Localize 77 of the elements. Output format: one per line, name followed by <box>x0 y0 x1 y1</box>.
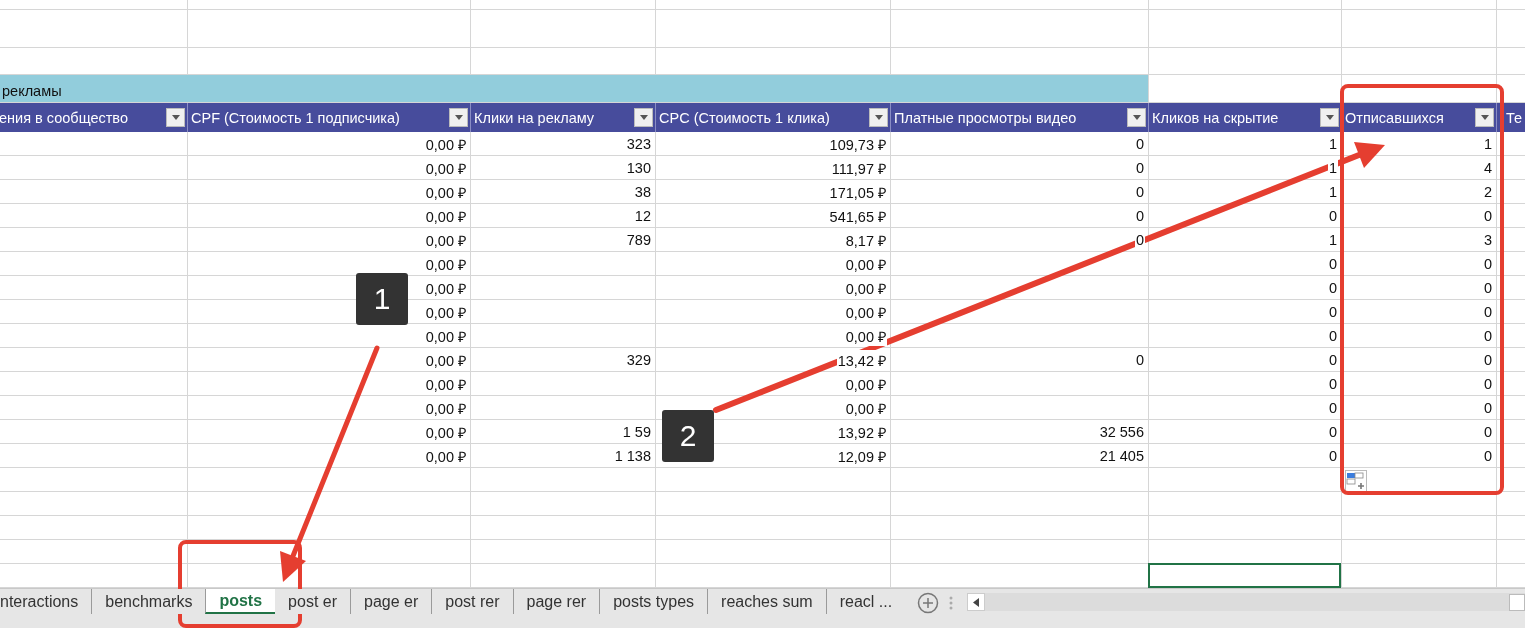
table-cell: 0 <box>1482 328 1493 344</box>
table-plus-icon[interactable] <box>1345 470 1367 492</box>
table-cell: 0 <box>1134 136 1145 152</box>
table-cell: 0 <box>1327 376 1338 392</box>
sheet-tab[interactable]: posts <box>205 589 276 614</box>
filter-button[interactable] <box>1475 108 1494 127</box>
splitter-handle-icon[interactable] <box>949 596 954 610</box>
caret-icon <box>874 115 883 120</box>
column-header: CPC (Стоимость 1 клика) <box>659 109 830 126</box>
table-cell: 0 <box>1327 256 1338 272</box>
column-header: CPF (Стоимость 1 подписчика) <box>191 109 400 126</box>
caret-icon <box>171 115 180 120</box>
table-cell: 0 <box>1482 376 1493 392</box>
caret-icon <box>1132 115 1141 120</box>
table-cell: 0 <box>1327 328 1338 344</box>
filter-button[interactable] <box>1127 108 1146 127</box>
table-cell: 0 <box>1482 424 1493 440</box>
table-cell: 0 <box>1327 280 1338 296</box>
table-cell: 1 <box>1327 232 1338 248</box>
table-cell: 0 <box>1482 448 1493 464</box>
caret-icon <box>454 115 463 120</box>
table-cell: 0 <box>1482 400 1493 416</box>
filter-button[interactable] <box>869 108 888 127</box>
filter-button[interactable] <box>166 108 185 127</box>
table-cell: 0 <box>1482 304 1493 320</box>
table-cell: 1 <box>1327 136 1338 152</box>
filter-button[interactable] <box>449 108 468 127</box>
scroll-left-button[interactable] <box>967 593 986 611</box>
table-cell: 1 <box>1327 184 1338 200</box>
table-cell: 130 <box>625 160 652 176</box>
table-cell: 0 <box>1482 256 1493 272</box>
caret-icon <box>973 597 980 607</box>
table-cell: 0 <box>1327 424 1338 440</box>
table-cell: 1 <box>1482 136 1493 152</box>
table-cell: 329 <box>625 352 652 368</box>
table-cell: 12 <box>633 208 652 224</box>
table-cell: 0 <box>1327 304 1338 320</box>
table-cell: 0 <box>1134 208 1145 224</box>
column-header: Платные просмотры видео <box>894 109 1077 126</box>
table-cell: 1 <box>1327 160 1338 176</box>
step-badge: 2 <box>662 410 714 462</box>
caret-icon <box>1480 115 1489 120</box>
table-cell: 0 <box>1327 208 1338 224</box>
table-cell: 38 <box>633 184 652 200</box>
table-cell: 1 138 <box>613 448 652 464</box>
table-cell: 21 405 <box>1098 448 1145 464</box>
table-cell: 0 <box>1482 352 1493 368</box>
step-badge: 1 <box>356 273 408 325</box>
table-cell: 0 <box>1134 160 1145 176</box>
table-cell: 0 <box>1327 352 1338 368</box>
group-header: рекламы <box>0 75 1148 102</box>
table-cell: 3 <box>1482 232 1493 248</box>
add-sheet-icon[interactable] <box>917 592 940 614</box>
table-cell: 789 <box>625 232 652 248</box>
table-cell: 0 <box>1482 208 1493 224</box>
filter-button[interactable] <box>634 108 653 127</box>
column-header: Клики на рекламу <box>474 109 595 126</box>
table-cell: 4 <box>1482 160 1493 176</box>
table-cell: 2 <box>1482 184 1493 200</box>
table-cell: 1 59 <box>621 424 652 440</box>
table-cell: 32 556 <box>1098 424 1145 440</box>
caret-icon <box>1325 115 1334 120</box>
column-header: Те <box>1506 109 1523 126</box>
table-cell: 0 <box>1134 232 1145 248</box>
table-cell: 0 <box>1134 352 1145 368</box>
table-cell: 0 <box>1327 448 1338 464</box>
scrollbar-thumb[interactable] <box>1509 594 1525 611</box>
table-cell: 0 <box>1327 400 1338 416</box>
table-cell: 323 <box>625 136 652 152</box>
table-cell: 13,42 ₽ <box>836 350 887 370</box>
column-header: Отписавшихся <box>1345 109 1444 126</box>
column-header: Кликов на скрытие <box>1152 109 1279 126</box>
caret-icon <box>639 115 648 120</box>
filter-button[interactable] <box>1320 108 1339 127</box>
table-cell: 0 <box>1482 280 1493 296</box>
table-cell: 0 <box>1134 184 1145 200</box>
column-header: ения в сообщество <box>0 109 128 126</box>
